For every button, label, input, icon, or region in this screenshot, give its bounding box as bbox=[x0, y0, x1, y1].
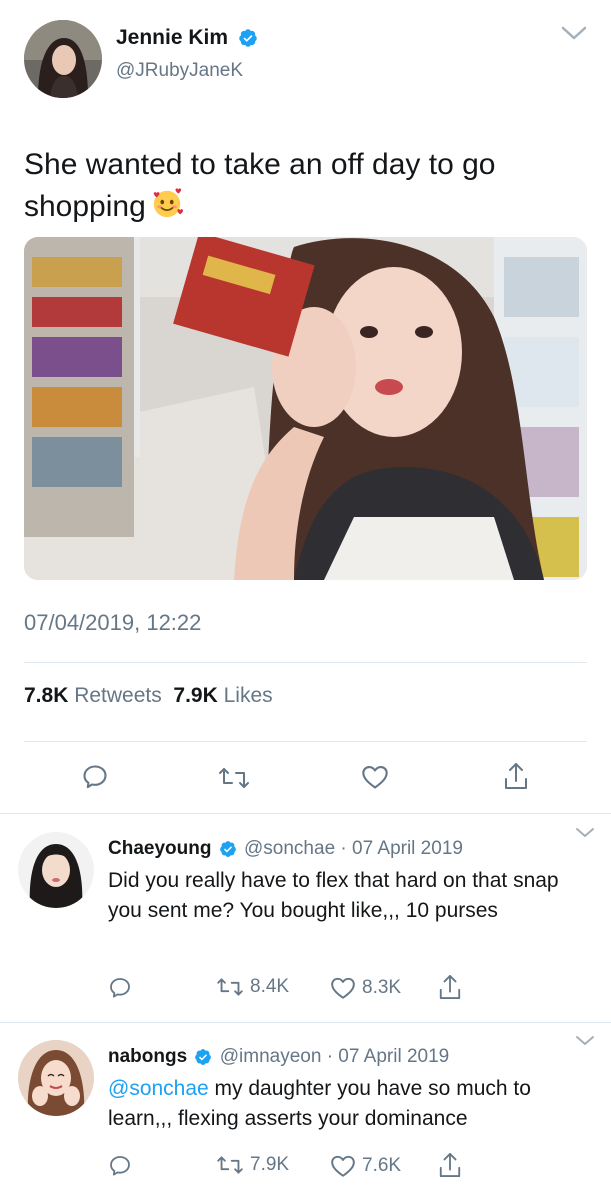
like-heart-icon[interactable] bbox=[330, 1154, 356, 1178]
reply-header: Chaeyoung @sonchae · 07 April 2019 bbox=[108, 838, 463, 860]
divider bbox=[24, 662, 587, 663]
main-avatar[interactable] bbox=[24, 20, 102, 98]
like-count[interactable]: 7.9K bbox=[173, 684, 217, 707]
main-author-name-text[interactable]: Jennie Kim bbox=[116, 26, 228, 49]
reply-mention[interactable]: @sonchae bbox=[108, 1077, 209, 1100]
divider bbox=[24, 741, 587, 742]
verified-badge-icon bbox=[239, 29, 257, 48]
reply-icon[interactable] bbox=[108, 976, 132, 1000]
reply-date[interactable]: 07 April 2019 bbox=[338, 1046, 449, 1067]
retweet-icon[interactable] bbox=[216, 1154, 244, 1176]
reply-text: Did you really have to flex that hard on… bbox=[108, 866, 598, 926]
reply-avatar[interactable] bbox=[18, 832, 94, 908]
verified-badge-icon bbox=[195, 1049, 212, 1065]
reply-text: @sonchae my daughter you have so much to… bbox=[108, 1074, 598, 1134]
reply-date[interactable]: 07 April 2019 bbox=[352, 838, 463, 859]
chevron-down-icon[interactable] bbox=[574, 826, 596, 840]
retweet-label[interactable]: Retweets bbox=[74, 684, 162, 707]
reply-author-handle[interactable]: @sonchae bbox=[244, 838, 335, 859]
reply-button[interactable] bbox=[108, 976, 138, 1000]
share-button[interactable] bbox=[438, 973, 468, 1001]
reply-icon[interactable] bbox=[81, 763, 109, 791]
share-icon[interactable] bbox=[438, 1151, 462, 1179]
retweet-button[interactable]: 7.9K bbox=[216, 1154, 289, 1176]
main-author-handle[interactable]: @JRubyJaneK bbox=[116, 60, 243, 82]
main-tweet-text-content: She wanted to take an off day to go shop… bbox=[24, 148, 496, 223]
like-button[interactable]: 8.3K bbox=[330, 976, 401, 1000]
main-tweet-text: She wanted to take an off day to go shop… bbox=[24, 144, 594, 228]
like-count: 8.3K bbox=[362, 977, 402, 998]
like-count: 7.6K bbox=[362, 1155, 402, 1176]
reply-avatar[interactable] bbox=[18, 1040, 94, 1116]
retweet-icon[interactable] bbox=[216, 976, 244, 998]
share-button[interactable] bbox=[438, 1151, 468, 1179]
retweet-icon[interactable] bbox=[218, 765, 250, 791]
reply-action-bar: 8.4K 8.3K bbox=[108, 973, 588, 1006]
retweet-count: 7.9K bbox=[250, 1154, 290, 1175]
tweet-photo[interactable] bbox=[24, 237, 587, 580]
reply-author-name[interactable]: nabongs bbox=[108, 1046, 187, 1067]
main-author-name[interactable]: Jennie Kim bbox=[116, 26, 258, 50]
tweet-timestamp[interactable]: 07/04/2019, 12:22 bbox=[24, 610, 201, 636]
reply-icon[interactable] bbox=[108, 1154, 132, 1178]
chevron-down-icon[interactable] bbox=[560, 24, 588, 42]
retweet-button[interactable]: 8.4K bbox=[216, 976, 289, 998]
reply-author-name[interactable]: Chaeyoung bbox=[108, 838, 211, 859]
divider bbox=[0, 813, 611, 814]
verified-badge-icon bbox=[219, 841, 236, 857]
retweet-count[interactable]: 7.8K bbox=[24, 684, 68, 707]
reply-text-content: Did you really have to flex that hard on… bbox=[108, 869, 559, 922]
like-heart-icon[interactable] bbox=[361, 764, 389, 790]
reply-header: nabongs @imnayeon · 07 April 2019 bbox=[108, 1046, 449, 1068]
chevron-down-icon[interactable] bbox=[574, 1034, 596, 1048]
tweet-stats: 7.8K Retweets 7.9K Likes bbox=[24, 684, 273, 708]
reply-action-bar: 7.9K 7.6K bbox=[108, 1151, 588, 1184]
reply-author-handle[interactable]: @imnayeon bbox=[220, 1046, 322, 1067]
share-icon[interactable] bbox=[438, 973, 462, 1001]
like-button[interactable]: 7.6K bbox=[330, 1154, 401, 1178]
divider bbox=[0, 1022, 611, 1023]
share-icon[interactable] bbox=[503, 761, 529, 791]
like-label[interactable]: Likes bbox=[224, 684, 273, 707]
meta-separator: · bbox=[326, 1046, 334, 1067]
retweet-count: 8.4K bbox=[250, 976, 290, 997]
meta-separator: · bbox=[340, 838, 347, 859]
like-heart-icon[interactable] bbox=[330, 976, 356, 1000]
smiling-face-with-hearts-icon bbox=[153, 188, 183, 218]
reply-button[interactable] bbox=[108, 1154, 138, 1178]
